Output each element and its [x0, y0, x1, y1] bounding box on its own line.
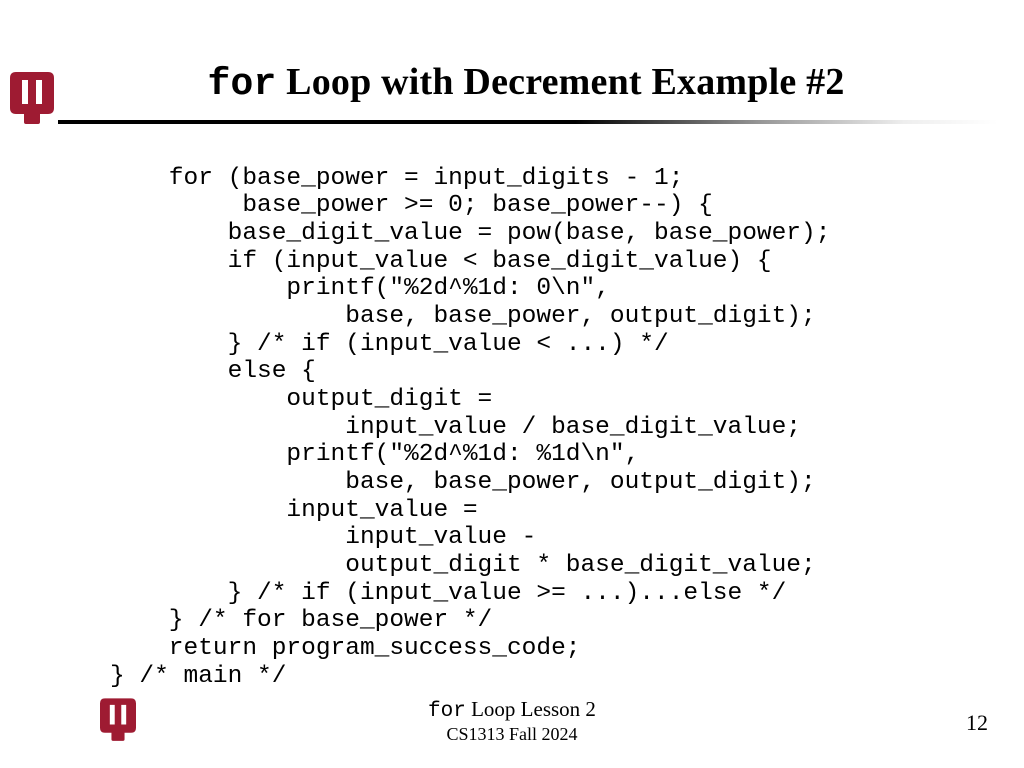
slide: for Loop with Decrement Example #2 for (… [0, 0, 1024, 768]
slide-title: for Loop with Decrement Example #2 [58, 60, 994, 116]
page-number: 12 [966, 710, 988, 736]
footer-center: for Loop Lesson 2 CS1313 Fall 2024 [0, 698, 1024, 745]
title-mono: for [207, 63, 276, 106]
title-rest: Loop with Decrement Example #2 [276, 61, 844, 103]
footer-mono: for [428, 700, 466, 723]
title-heading: for Loop with Decrement Example #2 [58, 60, 994, 106]
footer-rest: Loop Lesson 2 [466, 697, 596, 721]
ou-logo-icon [10, 68, 54, 124]
code-block: for (base_power = input_digits - 1; base… [110, 165, 830, 691]
footer-sub: CS1313 Fall 2024 [0, 725, 1024, 745]
title-rule [58, 120, 998, 124]
